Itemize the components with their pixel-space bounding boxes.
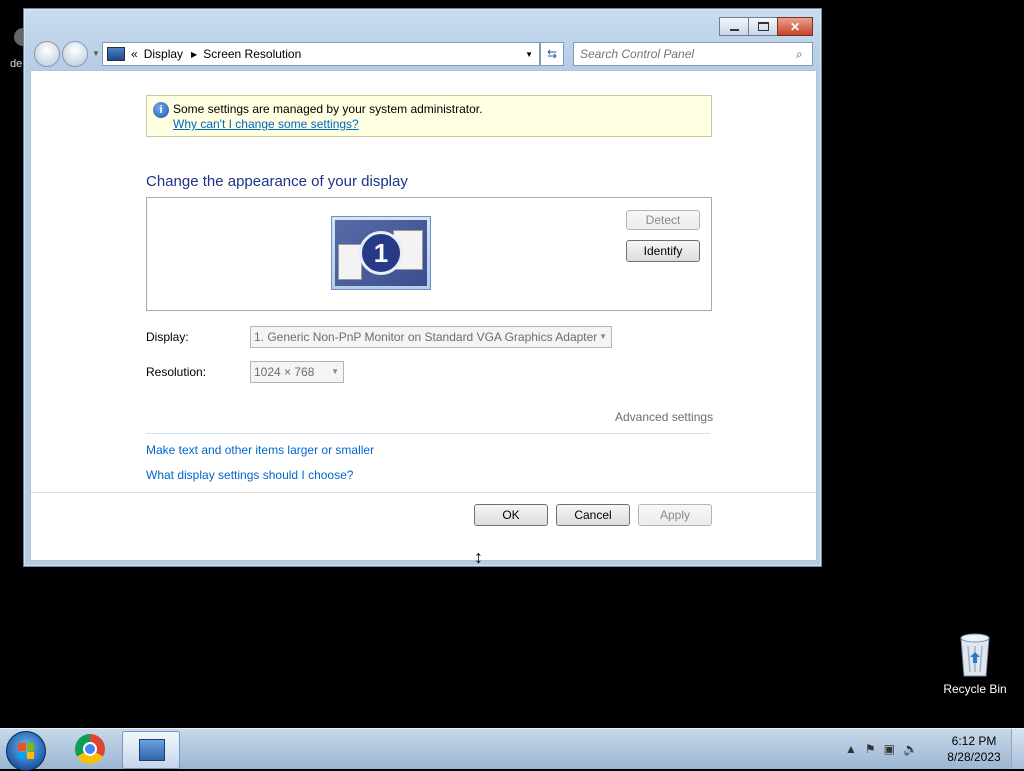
search-box[interactable]: ⌕ — [573, 42, 813, 66]
breadcrumb-display[interactable]: Display — [144, 47, 183, 61]
divider — [146, 433, 710, 434]
close-button[interactable]: ✕ — [777, 17, 813, 36]
page-title: Change the appearance of your display — [146, 173, 408, 190]
show-desktop-button[interactable] — [1011, 729, 1024, 769]
action-center-icon[interactable]: ⚑ — [865, 742, 876, 756]
back-button[interactable] — [34, 41, 60, 67]
ok-button[interactable]: OK — [474, 504, 548, 526]
taskbar: ▲ ⚑ ▣ 🔈 6:12 PM 8/28/2023 — [0, 728, 1024, 771]
recent-pages-dropdown-icon[interactable]: ▼ — [92, 49, 100, 58]
monitor-1-thumbnail[interactable]: 1 — [331, 216, 431, 290]
display-settings-help-link[interactable]: What display settings should I choose? — [146, 468, 353, 482]
start-button[interactable] — [6, 731, 46, 771]
maximize-icon — [757, 22, 769, 31]
recycle-bin-label: Recycle Bin — [943, 682, 1007, 696]
minimize-button[interactable] — [719, 17, 749, 36]
display-icon — [107, 47, 125, 61]
refresh-button[interactable]: ⇆ — [540, 42, 564, 66]
monitor-screen: 1 — [335, 220, 427, 286]
refresh-icon: ⇆ — [546, 47, 558, 61]
maximize-button[interactable] — [748, 17, 778, 36]
identify-button[interactable]: Identify — [626, 240, 700, 262]
apply-button[interactable]: Apply — [638, 504, 712, 526]
chevron-down-icon: ▼ — [331, 367, 339, 376]
clock-time: 6:12 PM — [951, 734, 997, 748]
info-icon: i — [153, 102, 169, 118]
navigation-bar: ▼ « Display ▶ Screen Resolution ▼ ⇆ ⌕ — [30, 41, 815, 67]
address-dropdown-icon[interactable]: ▼ — [525, 50, 533, 59]
control-panel-icon — [139, 739, 165, 761]
address-bar[interactable]: « Display ▶ Screen Resolution ▼ — [102, 42, 540, 66]
search-input[interactable] — [574, 46, 796, 62]
clock[interactable]: 6:12 PM 8/28/2023 — [942, 733, 1006, 765]
recycle-bin-shortcut[interactable]: Recycle Bin — [940, 632, 1010, 696]
detect-button[interactable]: Detect — [626, 210, 700, 230]
caption-buttons: ✕ — [719, 17, 813, 36]
text-size-link[interactable]: Make text and other items larger or smal… — [146, 443, 374, 457]
cancel-button[interactable]: Cancel — [556, 504, 630, 526]
resolution-label: Resolution: — [146, 365, 207, 379]
screen-resolution-window: ✕ ▼ « Display ▶ Screen Resolution ▼ ⇆ ⌕ … — [23, 8, 822, 567]
forward-button[interactable] — [62, 41, 88, 67]
admin-info-bar: i Some settings are managed by your syst… — [146, 95, 712, 137]
taskbar-control-panel[interactable] — [122, 731, 180, 769]
resize-cursor-icon: ↕ — [474, 547, 483, 567]
content-pane: i Some settings are managed by your syst… — [30, 70, 817, 561]
network-icon[interactable]: ▣ — [884, 742, 895, 756]
system-tray: ▲ ⚑ ▣ 🔈 — [845, 729, 926, 769]
windows-logo-icon — [18, 743, 34, 759]
volume-muted-icon[interactable]: 🔈 — [903, 742, 918, 756]
close-icon: ✕ — [789, 19, 801, 34]
display-arrangement-box: 1 Detect Identify — [146, 197, 712, 311]
display-select[interactable]: 1. Generic Non-PnP Monitor on Standard V… — [250, 326, 612, 348]
why-cant-change-link[interactable]: Why can't I change some settings? — [173, 117, 359, 131]
clock-date: 8/28/2023 — [947, 750, 1001, 764]
chrome-icon — [75, 734, 105, 764]
desktop-icon-label: de — [10, 58, 23, 70]
recycle-bin-icon — [960, 633, 990, 677]
breadcrumb-overflow[interactable]: « — [131, 47, 138, 61]
resolution-select[interactable]: 1024 × 768 ▼ — [250, 361, 344, 383]
search-icon[interactable]: ⌕ — [796, 47, 812, 62]
footer-divider — [31, 492, 816, 493]
info-message: Some settings are managed by your system… — [173, 102, 483, 116]
show-hidden-icons-arrow[interactable]: ▲ — [845, 742, 857, 756]
advanced-settings-link[interactable]: Advanced settings — [615, 410, 713, 424]
breadcrumb-arrow-icon[interactable]: ▶ — [191, 50, 197, 59]
monitor-number-badge: 1 — [359, 231, 403, 275]
resolution-select-value: 1024 × 768 — [254, 365, 315, 379]
taskbar-chrome[interactable] — [62, 731, 118, 767]
display-select-value: 1. Generic Non-PnP Monitor on Standard V… — [254, 330, 598, 344]
display-label: Display: — [146, 330, 189, 344]
breadcrumb-screen-resolution[interactable]: Screen Resolution — [203, 47, 301, 61]
minimize-icon — [729, 28, 739, 31]
chevron-down-icon: ▼ — [599, 332, 607, 341]
